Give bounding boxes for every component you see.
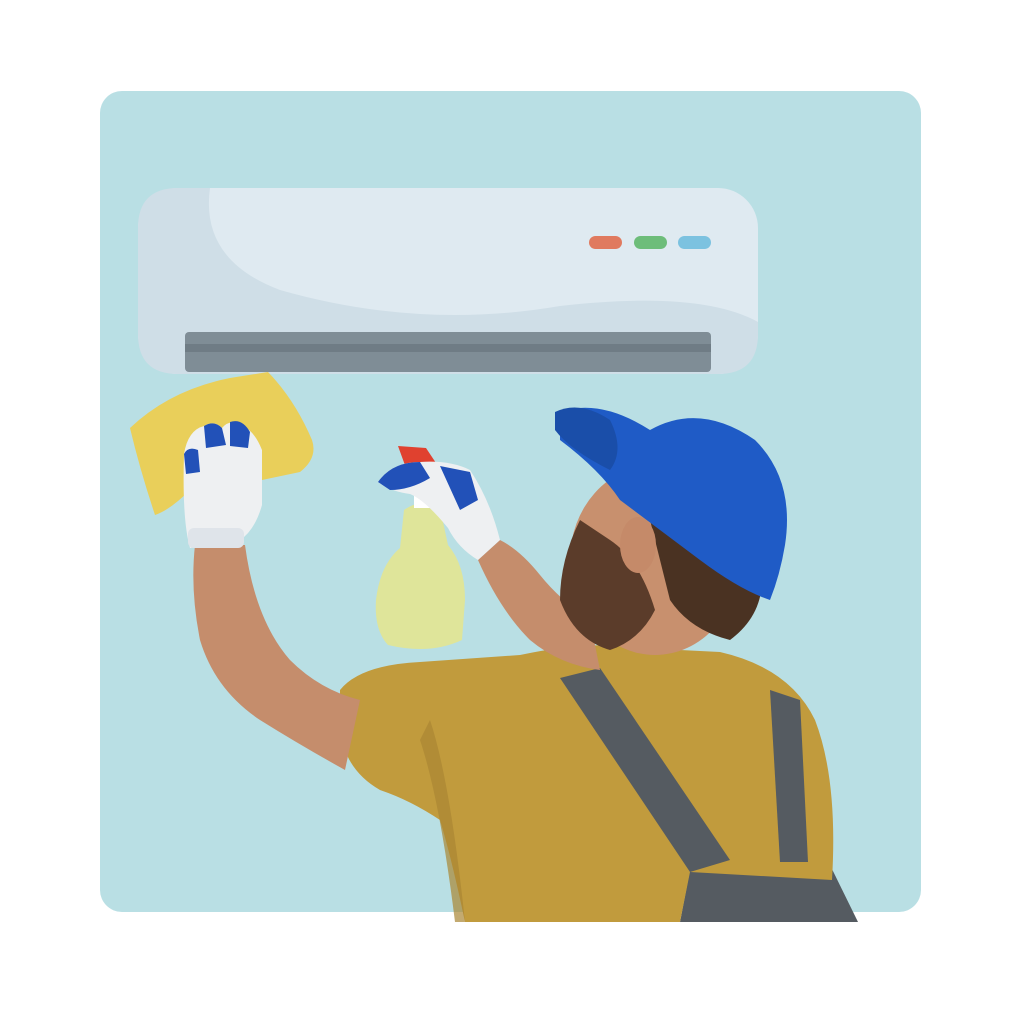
page — [0, 0, 1024, 1024]
green-light — [634, 236, 667, 249]
air-conditioner — [138, 188, 758, 374]
red-light — [589, 236, 622, 249]
ear — [620, 517, 656, 573]
ac-vent-line — [185, 344, 711, 352]
left-glove-cuff — [188, 528, 244, 548]
illustration — [100, 91, 921, 922]
blue-light — [678, 236, 711, 249]
